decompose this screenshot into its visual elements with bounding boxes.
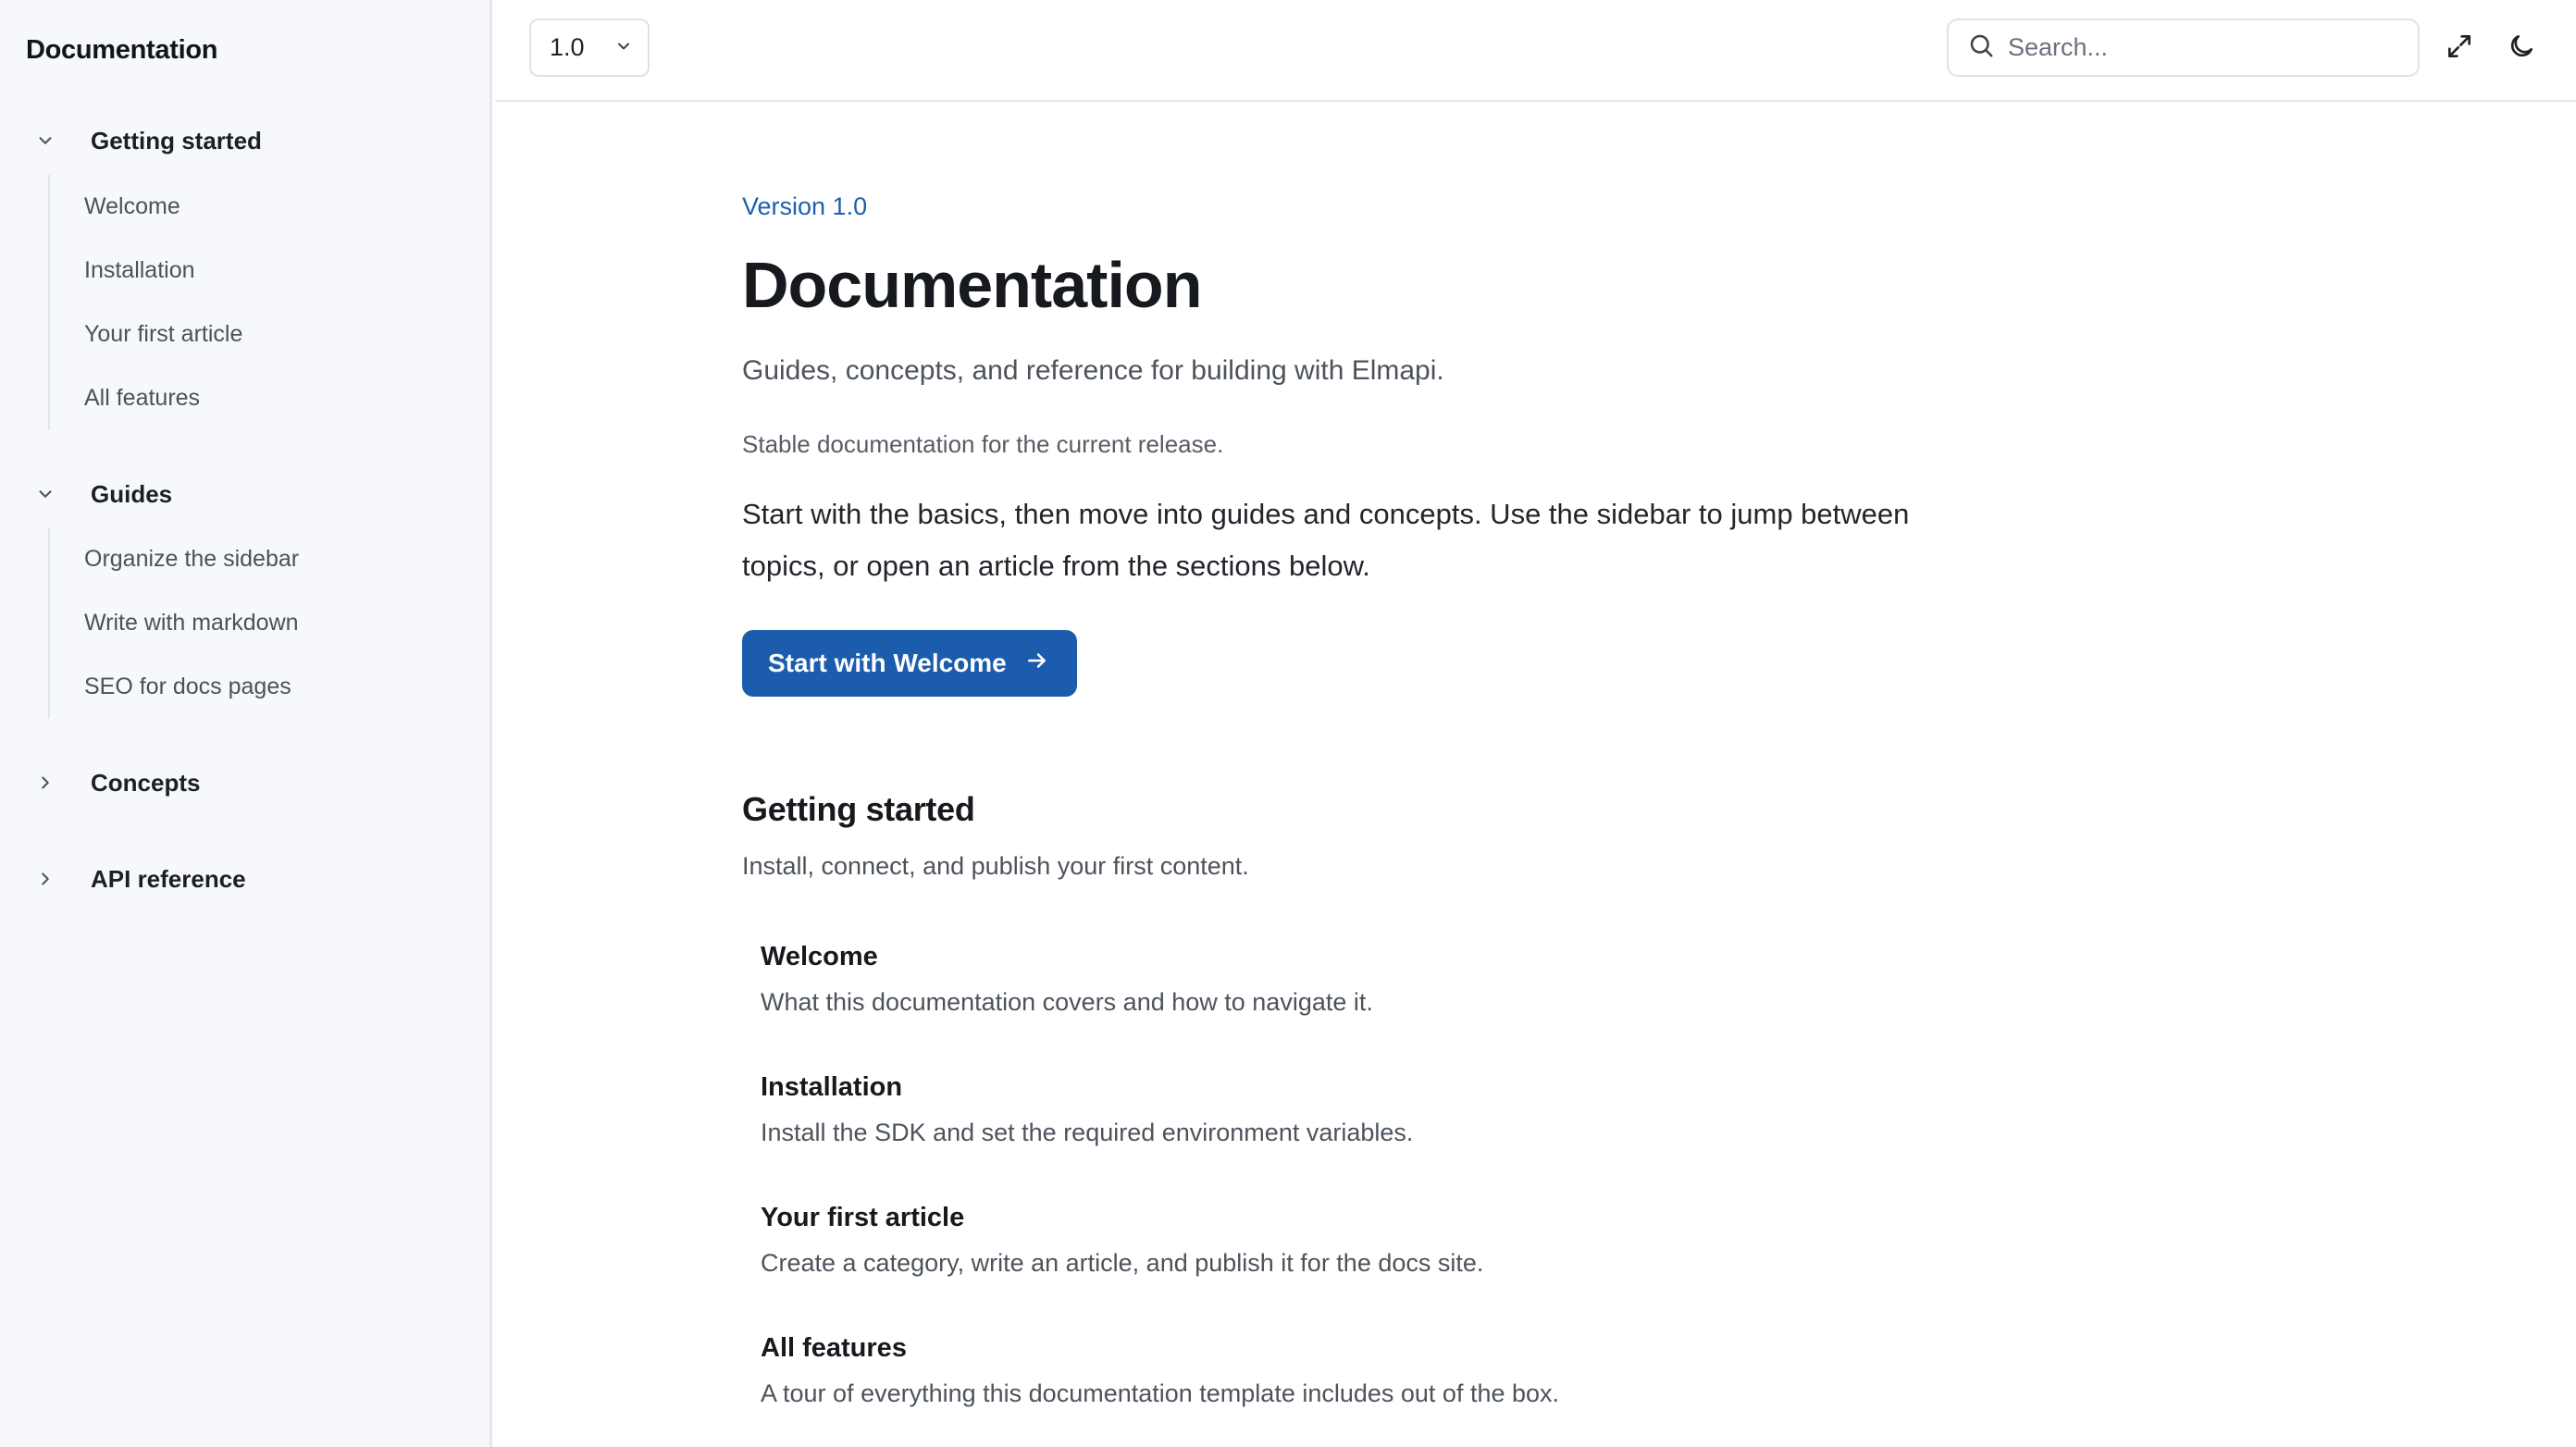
article-card-description: What this documentation covers and how t… <box>761 988 1373 1016</box>
chevron-right-icon <box>33 867 57 891</box>
article-list: Welcome What this documentation covers a… <box>761 921 1963 1443</box>
sidebar-section-getting-started[interactable]: Getting started <box>33 118 262 163</box>
version-label: Version 1.0 <box>742 192 868 220</box>
sidebar-item-installation[interactable]: Installation <box>50 239 242 303</box>
arrow-right-icon <box>1025 649 1049 679</box>
search-icon <box>1967 31 1995 64</box>
topbar: 1.0 <box>495 0 2576 102</box>
sidebar-section-label: API reference <box>91 864 246 893</box>
sidebar-item-organize-the-sidebar[interactable]: Organize the sidebar <box>50 527 299 591</box>
article-card-all-features[interactable]: All features A tour of everything this d… <box>761 1313 1963 1443</box>
sidebar-group-getting-started: Welcome Installation Your first article … <box>48 175 242 430</box>
sidebar-item-welcome[interactable]: Welcome <box>50 175 242 239</box>
article-card-title: Installation <box>761 1072 903 1102</box>
search-input[interactable] <box>2008 33 2399 62</box>
article-card-description: A tour of everything this documentation … <box>761 1379 1560 1407</box>
sidebar-item-all-features[interactable]: All features <box>50 366 242 430</box>
sidebar-section-label: Concepts <box>91 768 201 797</box>
chevron-right-icon <box>33 771 57 795</box>
article-card-welcome[interactable]: Welcome What this documentation covers a… <box>761 921 1963 1052</box>
article-card-description: Create a category, write an article, and… <box>761 1249 1484 1277</box>
cta-label: Start with Welcome <box>768 649 1007 677</box>
start-with-welcome-button[interactable]: Start with Welcome <box>742 630 1077 697</box>
version-select[interactable]: 1.0 <box>529 19 650 77</box>
sidebar-section-guides[interactable]: Guides <box>33 472 172 516</box>
docs-app: Documentation Getting started Welcome In… <box>0 0 2576 1447</box>
section-description: Install, connect, and publish your first… <box>742 852 1249 880</box>
sidebar-section-label: Getting started <box>91 126 262 155</box>
article-card-title: Welcome <box>761 942 878 971</box>
chevron-down-icon <box>33 129 57 153</box>
expand-button[interactable] <box>2441 30 2478 67</box>
page-intro: Start with the basics, then move into gu… <box>742 498 1910 582</box>
sidebar-section-label: Guides <box>91 479 173 508</box>
sidebar-section-api-reference[interactable]: API reference <box>33 857 246 901</box>
theme-toggle-button[interactable] <box>2503 30 2540 67</box>
sidebar-item-write-with-markdown[interactable]: Write with markdown <box>50 591 299 655</box>
page-title: Documentation <box>742 249 1202 321</box>
sidebar: Documentation Getting started Welcome In… <box>0 0 492 1447</box>
page-meta: Stable documentation for the current rel… <box>742 430 1224 458</box>
sidebar-section-concepts[interactable]: Concepts <box>33 761 200 805</box>
expand-icon <box>2445 31 2474 66</box>
article-card-your-first-article[interactable]: Your first article Create a category, wr… <box>761 1182 1963 1313</box>
sidebar-item-seo-for-docs-pages[interactable]: SEO for docs pages <box>50 655 299 719</box>
article-card-title: Your first article <box>761 1203 965 1232</box>
moon-icon <box>2507 31 2536 66</box>
article-card-title: All features <box>761 1333 907 1363</box>
chevron-down-icon <box>33 482 57 506</box>
sidebar-item-your-first-article[interactable]: Your first article <box>50 303 242 366</box>
search-box[interactable] <box>1947 19 2420 77</box>
article-card-installation[interactable]: Installation Install the SDK and set the… <box>761 1052 1963 1182</box>
sidebar-title: Documentation <box>26 35 218 65</box>
article-card-description: Install the SDK and set the required env… <box>761 1119 1414 1146</box>
sidebar-group-guides: Organize the sidebar Write with markdown… <box>48 527 299 719</box>
page-lead: Guides, concepts, and reference for buil… <box>742 355 1444 386</box>
version-select-value: 1.0 <box>550 33 585 61</box>
chevron-down-icon <box>614 33 633 62</box>
section-title: Getting started <box>742 790 975 828</box>
